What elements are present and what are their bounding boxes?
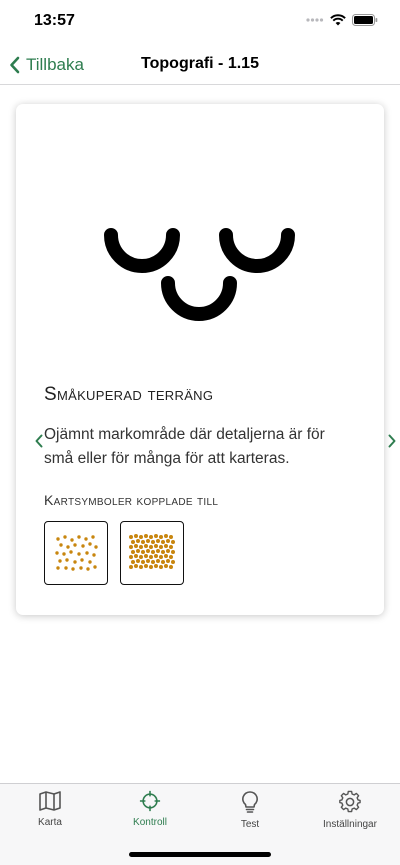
- cellular-signal-icon: [306, 18, 324, 22]
- tab-test[interactable]: Test: [200, 790, 300, 834]
- page-title: Topografi - 1.15: [141, 55, 259, 72]
- gear-icon: [339, 790, 361, 813]
- status-bar: 13:57: [0, 0, 400, 44]
- home-indicator: [129, 852, 271, 857]
- chevron-right-icon: [388, 434, 396, 448]
- map-icon: [39, 791, 61, 811]
- related-symbol-sparse-dots[interactable]: [44, 521, 108, 585]
- battery-icon: [352, 14, 378, 26]
- tab-karta[interactable]: Karta: [0, 790, 100, 834]
- next-symbol-button[interactable]: [382, 426, 400, 456]
- content-area: Småkuperad terräng Ojämnt markområde där…: [0, 85, 400, 783]
- related-symbols-heading: Kartsymboler kopplade till: [44, 492, 219, 508]
- navigation-bar: Tillbaka Topografi - 1.15: [0, 44, 400, 85]
- small-knolly-terrain-symbol: [104, 228, 295, 321]
- tab-label: Inställningar: [323, 819, 377, 830]
- related-symbol-dense-dots[interactable]: [120, 521, 184, 585]
- chevron-left-icon: [35, 434, 43, 448]
- symbol-title: Småkuperad terräng: [44, 384, 214, 405]
- tab-kontroll[interactable]: Kontroll: [100, 790, 200, 834]
- tab-installningar[interactable]: Inställningar: [300, 790, 400, 834]
- status-icons: [306, 14, 378, 26]
- related-symbols-list: [44, 521, 184, 585]
- tab-label: Test: [240, 819, 260, 830]
- symbol-card: Småkuperad terräng Ojämnt markområde där…: [16, 104, 396, 615]
- wifi-icon: [330, 14, 346, 26]
- status-time: 13:57: [34, 12, 75, 29]
- dense-dots-symbol: [129, 534, 175, 569]
- crosshair-icon: [139, 790, 161, 812]
- symbol-description: Ojämnt markområde där detaljerna är för …: [44, 426, 325, 467]
- sparse-dots-symbol: [55, 535, 98, 571]
- lightbulb-icon: [242, 791, 258, 813]
- tab-label: Kontroll: [133, 817, 167, 828]
- tab-label: Karta: [38, 817, 62, 828]
